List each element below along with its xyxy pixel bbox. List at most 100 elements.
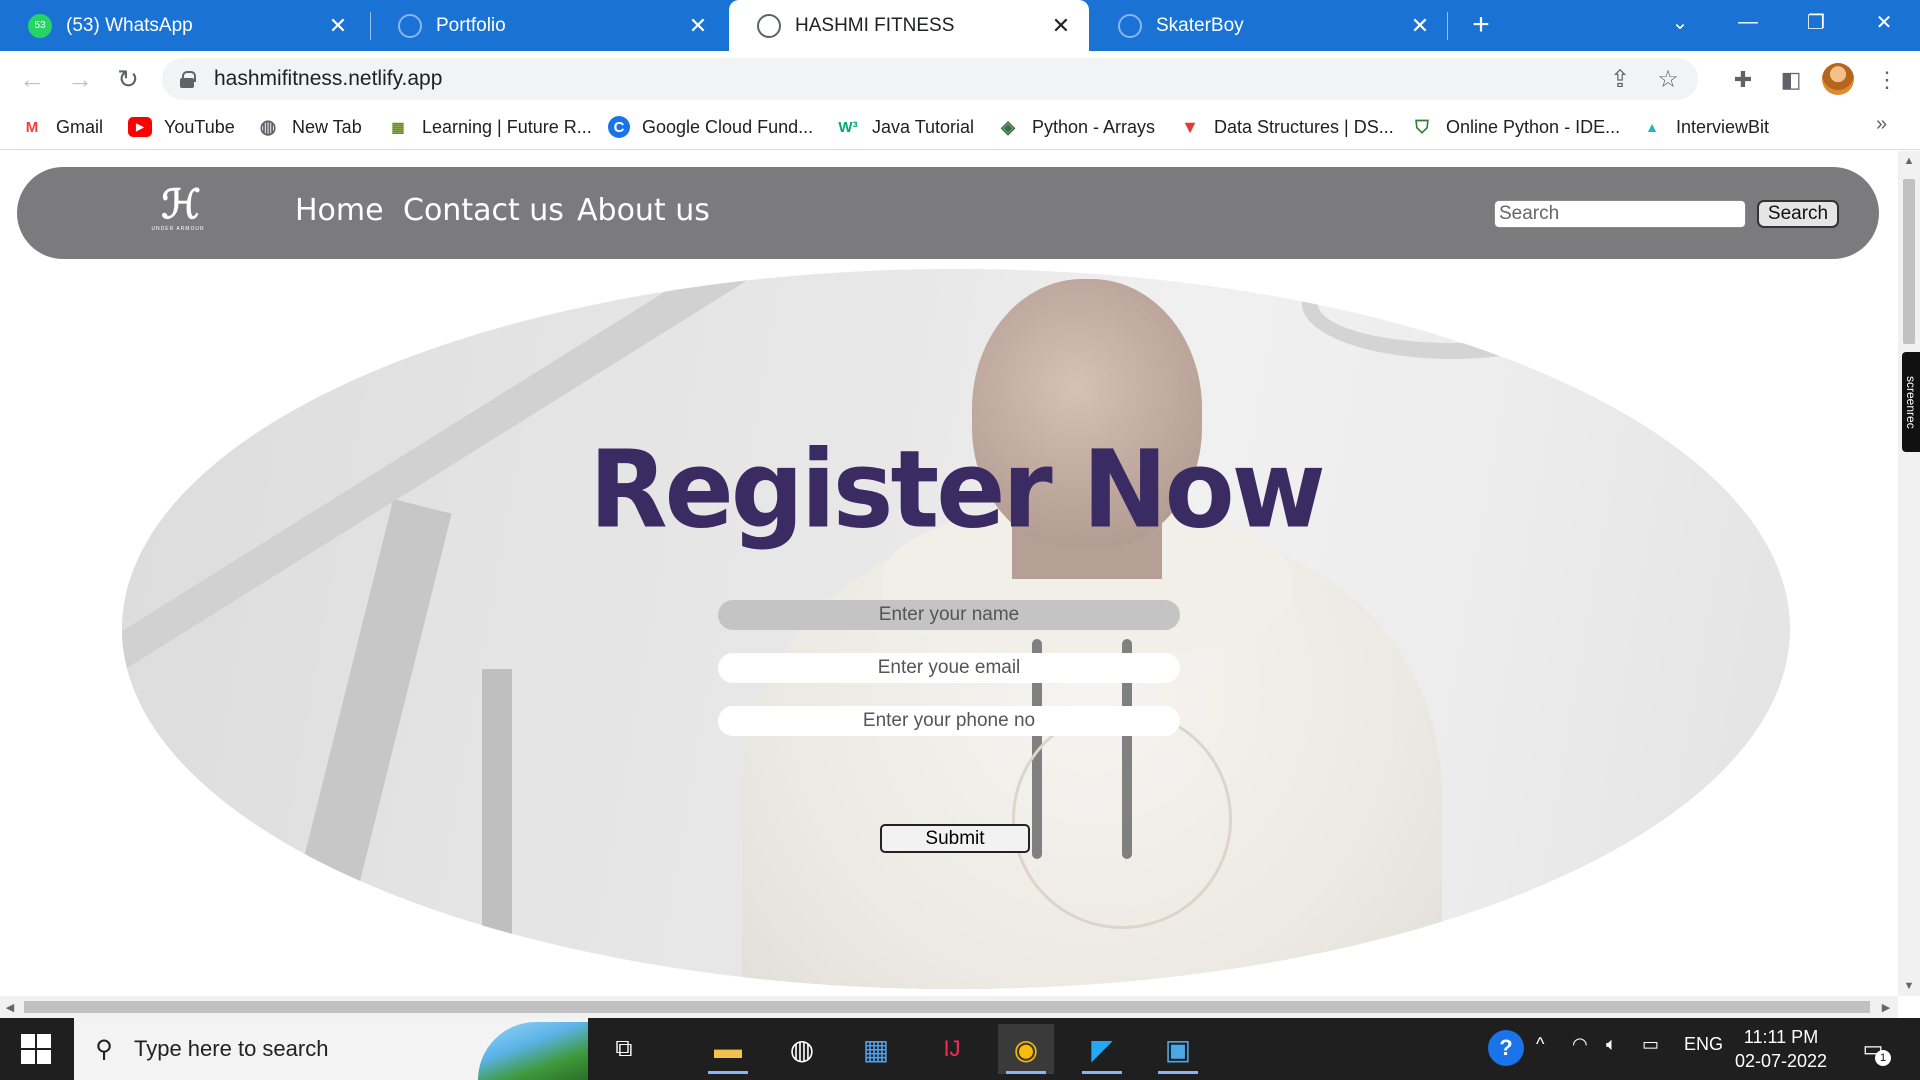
notifications-icon[interactable]: ▭ 1 bbox=[1855, 1032, 1891, 1066]
bookmark-learning[interactable]: ▦ Learning | Future R... bbox=[386, 113, 592, 141]
under-armour-logo[interactable]: ℋ UNDER ARMOUR bbox=[143, 185, 213, 235]
wifi-icon[interactable]: ◠ bbox=[1572, 1034, 1588, 1055]
more-bookmarks-chevron-icon[interactable]: » bbox=[1876, 113, 1887, 136]
show-hidden-icons-chevron-icon[interactable]: ^ bbox=[1536, 1034, 1544, 1055]
vscode-icon[interactable]: ◤ bbox=[1074, 1024, 1130, 1074]
search-highlight-art bbox=[478, 1022, 588, 1080]
close-tab-icon[interactable]: ✕ bbox=[1406, 12, 1434, 40]
bookmark-youtube[interactable]: ▶ YouTube bbox=[128, 113, 235, 141]
bookmark-online-python[interactable]: ⛉ Online Python - IDE... bbox=[1410, 113, 1620, 141]
help-icon[interactable]: ? bbox=[1488, 1030, 1524, 1066]
coursera-icon: C bbox=[608, 116, 630, 138]
intellij-idea-icon[interactable]: IJ bbox=[924, 1024, 980, 1074]
scroll-right-arrow-icon[interactable]: ▶ bbox=[1876, 996, 1896, 1018]
task-view-icon[interactable]: ⧉ bbox=[596, 1024, 652, 1074]
email-input[interactable] bbox=[718, 653, 1180, 683]
globe-icon bbox=[1118, 13, 1142, 38]
globe-icon bbox=[398, 13, 422, 38]
back-arrow-icon[interactable]: ← bbox=[14, 61, 50, 97]
star-icon[interactable]: ☆ bbox=[1650, 61, 1686, 97]
new-tab-button[interactable]: + bbox=[1464, 8, 1498, 42]
reload-icon[interactable]: ↻ bbox=[110, 61, 146, 97]
close-tab-icon[interactable]: ✕ bbox=[324, 12, 352, 40]
kebab-menu-icon[interactable]: ⋮ bbox=[1870, 63, 1904, 97]
search-icon: ⚲ bbox=[95, 1035, 113, 1063]
youtube-icon: ▶ bbox=[128, 117, 152, 137]
photos-icon[interactable]: ▣ bbox=[1150, 1024, 1206, 1074]
tab-whatsapp[interactable]: 53 (53) WhatsApp ✕ bbox=[0, 0, 366, 51]
notification-count-badge: 1 bbox=[1875, 1050, 1891, 1066]
bookmark-new-tab[interactable]: ◍ New Tab bbox=[256, 113, 362, 141]
windows-start-button[interactable] bbox=[14, 1032, 58, 1066]
nav-contact-link[interactable]: Contact us bbox=[403, 193, 564, 228]
scroll-down-arrow-icon[interactable]: ▼ bbox=[1898, 976, 1920, 996]
tab-skaterboy[interactable]: SkaterBoy ✕ bbox=[1090, 0, 1448, 51]
site-navbar: ℋ UNDER ARMOUR Home Contact us About us … bbox=[17, 167, 1879, 259]
name-input[interactable] bbox=[718, 600, 1180, 630]
hero-brand-text: NSON bbox=[342, 293, 408, 315]
bookmark-google-cloud[interactable]: C Google Cloud Fund... bbox=[608, 113, 813, 141]
globe-icon: ◍ bbox=[259, 116, 277, 138]
tab-title: HASHMI FITNESS bbox=[795, 14, 955, 36]
bookmark-label: Learning | Future R... bbox=[422, 116, 592, 137]
tab-hashmi-fitness[interactable]: HASHMI FITNESS ✕ bbox=[729, 0, 1089, 51]
bookmark-label: InterviewBit bbox=[1676, 116, 1770, 137]
site-search-input[interactable] bbox=[1494, 200, 1746, 228]
bookmark-python-arrays[interactable]: ◈ Python - Arrays bbox=[996, 113, 1155, 141]
profile-avatar[interactable] bbox=[1822, 63, 1854, 95]
battery-icon[interactable]: ▭ bbox=[1642, 1034, 1659, 1055]
microsoft-store-icon[interactable]: ▦ bbox=[848, 1024, 904, 1074]
w3schools-icon: W³ bbox=[838, 118, 858, 136]
scroll-up-arrow-icon[interactable]: ▲ bbox=[1898, 151, 1920, 171]
extensions-puzzle-icon[interactable]: ✚ bbox=[1726, 63, 1760, 97]
shield-icon: ⛉ bbox=[1415, 116, 1429, 137]
phone-input[interactable] bbox=[718, 706, 1180, 736]
clock-date: 02-07-2022 bbox=[1734, 1051, 1828, 1071]
hero-oval: NSON Register Now Submit bbox=[122, 269, 1790, 989]
url-text[interactable]: hashmifitness.netlify.app bbox=[214, 67, 1602, 91]
chrome-icon[interactable]: ◉ bbox=[998, 1024, 1054, 1074]
close-tab-icon[interactable]: ✕ bbox=[684, 12, 712, 40]
close-window-button[interactable]: ✕ bbox=[1852, 0, 1916, 44]
tab-search-chevron-icon[interactable]: ⌄ bbox=[1648, 0, 1712, 44]
volume-icon[interactable]: 🔈︎ bbox=[1606, 1034, 1617, 1055]
share-icon[interactable]: ⇪ bbox=[1602, 61, 1638, 97]
taskbar-clock[interactable]: 11:11 PM 02-07-2022 bbox=[1720, 1025, 1842, 1073]
whatsapp-icon: 53 bbox=[28, 13, 52, 38]
nav-about-link[interactable]: About us bbox=[577, 193, 710, 228]
submit-button[interactable]: Submit bbox=[880, 824, 1030, 853]
bookmark-data-structures[interactable]: ▼ Data Structures | DS... bbox=[1178, 113, 1394, 141]
file-explorer-icon[interactable]: ▬ bbox=[700, 1024, 756, 1074]
restore-button[interactable]: ❐ bbox=[1784, 0, 1848, 44]
side-panel-icon[interactable]: ◧ bbox=[1774, 63, 1808, 97]
tab-title: Portfolio bbox=[436, 14, 506, 36]
bookmark-gmail[interactable]: M Gmail bbox=[20, 113, 103, 141]
tab-portfolio[interactable]: Portfolio ✕ bbox=[370, 0, 726, 51]
bookmark-interviewbit[interactable]: ▲ InterviewBit bbox=[1640, 113, 1769, 141]
under-armour-mark-icon: ℋ bbox=[161, 183, 200, 227]
address-bar[interactable]: hashmifitness.netlify.app ⇪ ☆ bbox=[162, 58, 1698, 100]
minimize-button[interactable]: — bbox=[1716, 0, 1780, 44]
scroll-left-arrow-icon[interactable]: ◀ bbox=[0, 996, 20, 1018]
vertical-scroll-thumb[interactable] bbox=[1903, 179, 1915, 344]
lock-icon[interactable] bbox=[180, 71, 196, 88]
bookmark-java-tutorial[interactable]: W³ Java Tutorial bbox=[836, 113, 974, 141]
site-search-button[interactable]: Search bbox=[1757, 200, 1839, 228]
browser-tab-strip: 53 (53) WhatsApp ✕ Portfolio ✕ HASHMI FI… bbox=[0, 0, 1920, 51]
bookmark-label: Python - Arrays bbox=[1032, 116, 1156, 137]
github-desktop-icon[interactable]: ◍ bbox=[774, 1024, 830, 1074]
windows-logo-icon bbox=[21, 1034, 35, 1048]
horizontal-scrollbar[interactable]: ◀ ▶ bbox=[0, 996, 1898, 1018]
taskbar-search-box[interactable]: ⚲ Type here to search bbox=[74, 1018, 588, 1080]
windows-logo-icon bbox=[37, 1050, 51, 1064]
register-heading: Register Now bbox=[589, 428, 1326, 553]
clock-time: 11:11 PM bbox=[1743, 1027, 1819, 1047]
language-indicator[interactable]: ENG bbox=[1684, 1034, 1723, 1055]
horizontal-scroll-thumb[interactable] bbox=[24, 1001, 1870, 1013]
close-tab-icon[interactable]: ✕ bbox=[1047, 12, 1075, 40]
vertical-scrollbar[interactable]: ▲ ▼ bbox=[1898, 151, 1920, 996]
forward-arrow-icon[interactable]: → bbox=[62, 61, 98, 97]
nav-home-link[interactable]: Home bbox=[295, 193, 384, 228]
bookmark-label: Gmail bbox=[56, 116, 104, 137]
screenrec-side-widget[interactable]: screenrec bbox=[1902, 352, 1920, 452]
